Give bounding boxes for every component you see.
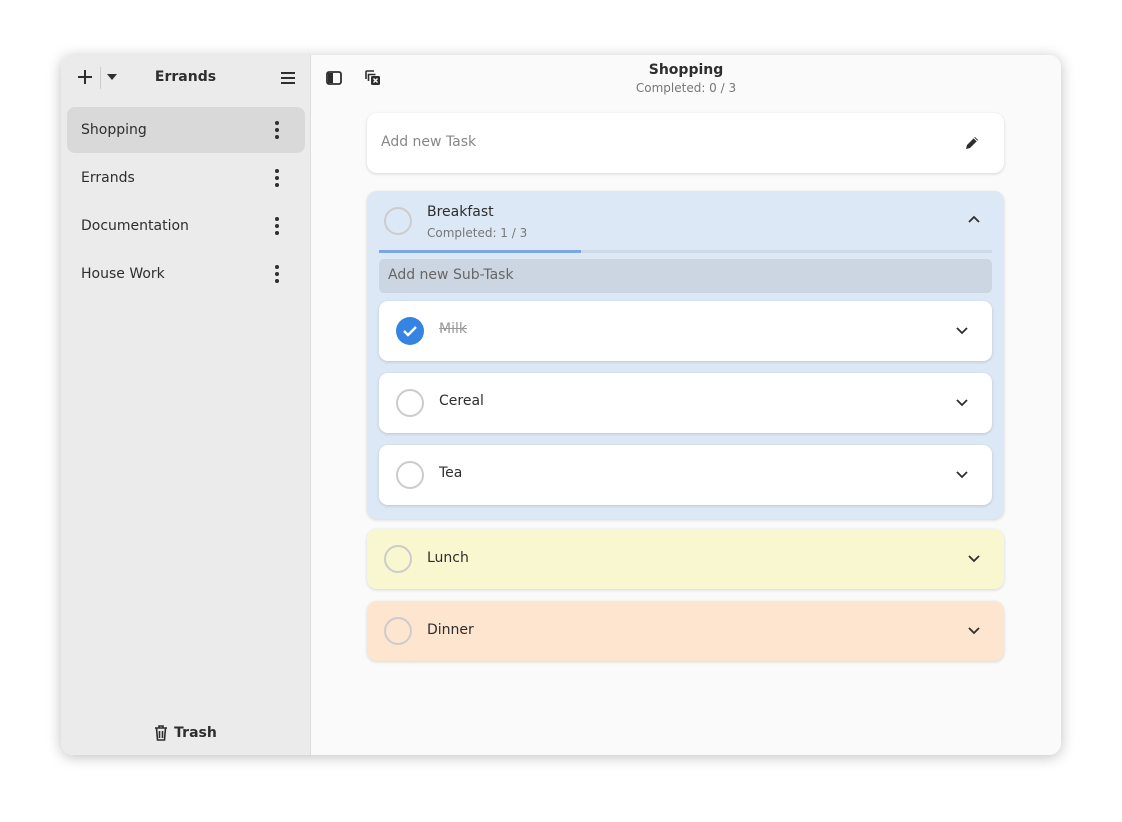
- chevron-up-icon[interactable]: [968, 215, 980, 223]
- sidebar-item-label: Shopping: [81, 122, 147, 138]
- task-checkbox[interactable]: [384, 545, 412, 573]
- sidebar: Errands Shopping Errands Documentation H…: [61, 55, 311, 755]
- app-window: Errands Shopping Errands Documentation H…: [61, 55, 1061, 755]
- task-checkbox[interactable]: [384, 617, 412, 645]
- more-options-icon[interactable]: [275, 121, 279, 139]
- subtask-tea: Tea: [379, 445, 992, 505]
- sidebar-item-documentation[interactable]: Documentation: [67, 203, 305, 249]
- check-icon: [403, 326, 417, 337]
- task-title: Breakfast: [427, 204, 494, 220]
- more-options-icon[interactable]: [275, 169, 279, 187]
- hamburger-menu-icon[interactable]: [277, 67, 299, 89]
- trash-icon: [155, 725, 168, 741]
- task-subtitle: Completed: 1 / 3: [427, 226, 528, 240]
- progress-bar: [379, 250, 992, 253]
- page-title: Shopping: [648, 62, 724, 78]
- subtask-title: Cereal: [439, 393, 484, 409]
- task-title: Dinner: [427, 622, 474, 638]
- subtask-checkbox[interactable]: [396, 389, 424, 417]
- sidebar-item-house-work[interactable]: House Work: [67, 251, 305, 297]
- subtask-milk: Milk: [379, 301, 992, 361]
- pencil-icon[interactable]: [964, 135, 980, 151]
- sidebar-title: Errands: [154, 69, 217, 85]
- sidebar-item-label: Documentation: [81, 218, 189, 234]
- subtask-title: Tea: [439, 465, 463, 481]
- progress-fill: [379, 250, 582, 253]
- sidebar-item-label: House Work: [81, 266, 165, 282]
- chevron-down-icon[interactable]: [956, 327, 968, 335]
- subtask-input[interactable]: Add new Sub-Task: [379, 259, 992, 293]
- page-subtitle: Completed: 0 / 3: [635, 81, 737, 95]
- chevron-down-icon[interactable]: [968, 627, 980, 635]
- trash-label: Trash: [174, 725, 217, 741]
- sidebar-item-label: Errands: [81, 170, 135, 186]
- subtask-title: Milk: [439, 321, 467, 337]
- more-options-icon[interactable]: [275, 265, 279, 283]
- chevron-down-icon[interactable]: [968, 555, 980, 563]
- task-lunch: Lunch: [367, 529, 1004, 589]
- subtask-checkbox[interactable]: [396, 461, 424, 489]
- more-options-icon[interactable]: [275, 217, 279, 235]
- subtask-placeholder: Add new Sub-Task: [388, 267, 514, 283]
- task-title: Lunch: [427, 550, 469, 566]
- task-dinner: Dinner: [367, 601, 1004, 661]
- chevron-down-icon[interactable]: [956, 471, 968, 479]
- task-breakfast: Breakfast Completed: 1 / 3 Add new Sub-T…: [367, 191, 1004, 519]
- trash-button[interactable]: Trash: [61, 725, 310, 741]
- new-task-input[interactable]: Add new Task: [367, 113, 1004, 173]
- main-panel: Shopping Completed: 0 / 3 Add new Task B…: [311, 55, 1061, 755]
- subtask-checkbox-checked[interactable]: [396, 317, 424, 345]
- sidebar-item-shopping[interactable]: Shopping: [67, 107, 305, 153]
- task-checkbox[interactable]: [384, 207, 412, 235]
- subtask-cereal: Cereal: [379, 373, 992, 433]
- chevron-down-icon[interactable]: [956, 399, 968, 407]
- new-task-placeholder: Add new Task: [381, 134, 477, 150]
- sidebar-item-errands[interactable]: Errands: [67, 155, 305, 201]
